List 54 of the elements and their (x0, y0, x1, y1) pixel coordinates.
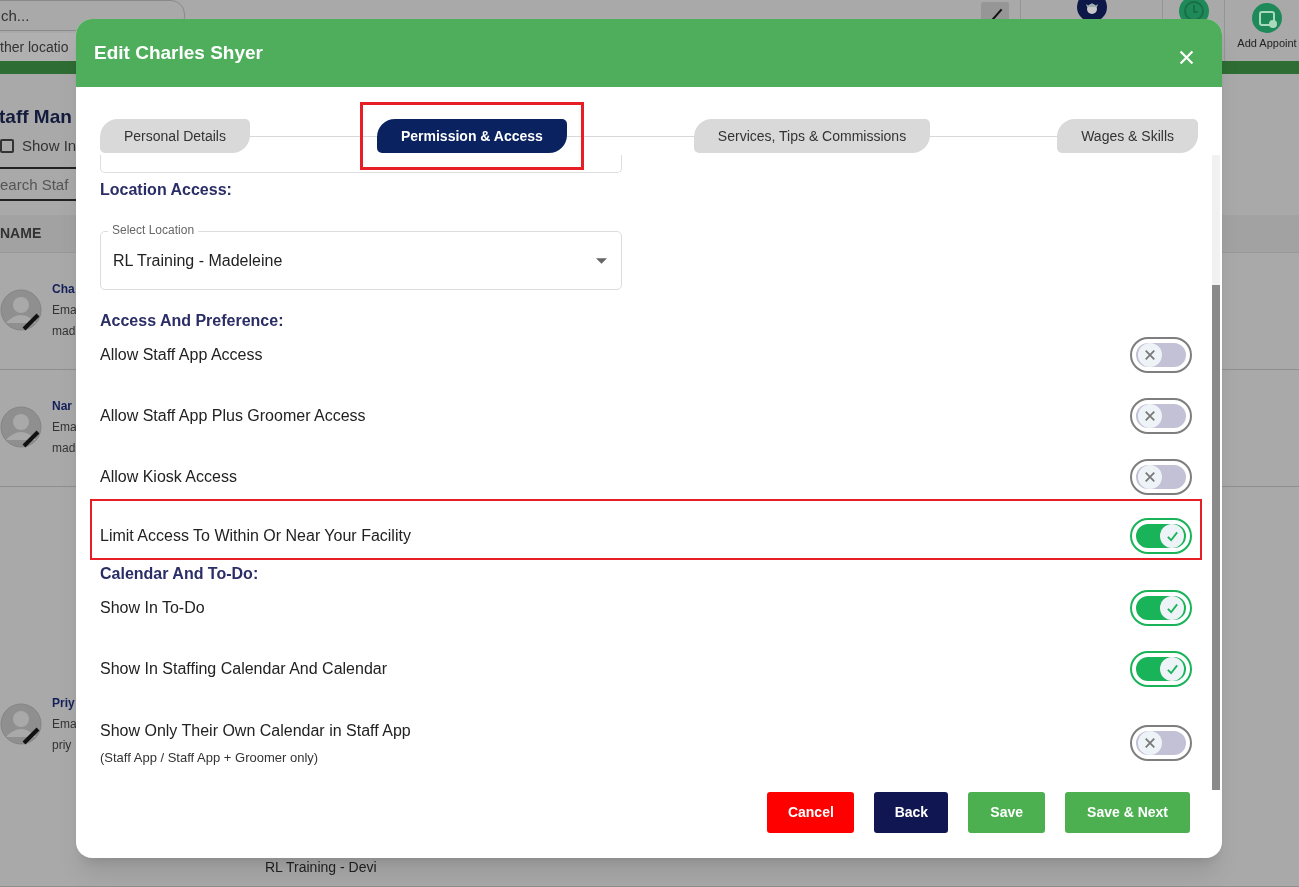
location-text: RL Training - Devi (265, 858, 378, 877)
staff-email: Ema (52, 716, 77, 733)
toggle-switch[interactable] (1130, 651, 1192, 687)
close-icon (1144, 349, 1156, 361)
scrollbar-thumb[interactable] (1212, 285, 1220, 790)
section-heading: Calendar And To-Do: (100, 564, 260, 584)
staff-name[interactable]: Nar (52, 396, 77, 417)
toggle-switch[interactable] (1130, 459, 1192, 495)
staff-email: Ema (52, 419, 77, 436)
staff-email: mad (52, 440, 77, 457)
staff-name[interactable]: Priy (52, 693, 77, 714)
column-header: NAME (0, 224, 42, 243)
close-icon (1177, 48, 1195, 66)
tab[interactable]: Personal Details (100, 119, 250, 153)
setting-label: Allow Staff App Plus Groomer Access (100, 406, 366, 426)
section-heading: Access And Preference: (100, 311, 285, 331)
search-field[interactable]: earch Staf (0, 167, 76, 201)
close-icon (1144, 410, 1156, 422)
tab[interactable]: Services, Tips & Commissions (693, 119, 931, 153)
page-title: taff Man (0, 105, 73, 129)
dialog-button[interactable]: Cancel (767, 792, 855, 833)
setting-note: (Staff App / Staff App + Groomer only) (100, 748, 320, 767)
staff-name[interactable]: Cha (52, 279, 77, 300)
setting-label: Show Only Their Own Calendar in Staff App (100, 720, 411, 741)
tab[interactable]: Permission & Access (376, 119, 567, 153)
checkbox[interactable] (0, 139, 14, 153)
field-label: Select Location (108, 223, 199, 237)
toggle-switch[interactable] (1130, 518, 1192, 554)
setting-label: Allow Kiosk Access (100, 467, 237, 487)
setting-label: Show In Staffing Calendar And Calendar (100, 659, 387, 679)
field-value: RL Training - Madeleine (113, 250, 283, 271)
toggle-switch[interactable] (1130, 398, 1192, 434)
setting-label: Limit Access To Within Or Near Your Facility (100, 526, 411, 546)
tab[interactable]: Wages & Skills (1057, 119, 1198, 153)
check-icon (1165, 529, 1179, 543)
toggle-switch[interactable] (1130, 337, 1192, 373)
check-icon (1165, 601, 1179, 615)
toggle-switch[interactable] (1130, 590, 1192, 626)
section-heading: Location Access: (100, 180, 233, 200)
setting-label: Allow Staff App Access (100, 345, 263, 365)
staff-email: priy (52, 737, 73, 754)
checkbox-label: Show In (22, 135, 77, 156)
dialog-button[interactable]: Back (874, 792, 949, 833)
close-icon (1144, 471, 1156, 483)
staff-email: mad (52, 323, 77, 340)
dropdown-caret-icon (596, 257, 607, 264)
check-icon (1165, 662, 1179, 676)
setting-label: Show In To-Do (100, 598, 205, 618)
close-icon (1144, 737, 1156, 749)
toggle-switch[interactable] (1130, 725, 1192, 761)
input-field[interactable] (100, 155, 622, 173)
staff-email: Ema (52, 302, 77, 319)
add-appointment-button[interactable]: Add Appoint (1225, 0, 1299, 61)
calendar-icon (1252, 3, 1282, 33)
